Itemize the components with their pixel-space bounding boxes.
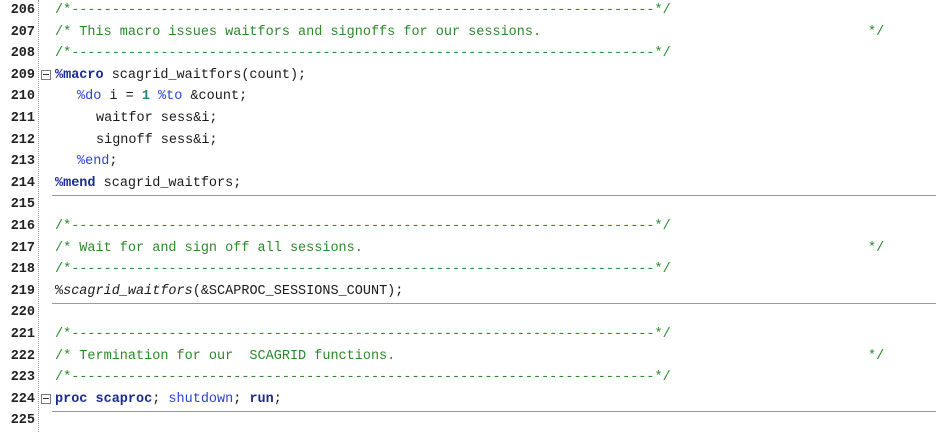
code-line-219[interactable]: 219 %scagrid_waitfors(&SCAPROC_SESSIONS_… xyxy=(0,281,936,303)
mend-statement: %mend scagrid_waitfors; xyxy=(55,173,241,195)
line-number: 210 xyxy=(10,89,35,105)
code-line-216[interactable]: 216 /*----------------------------------… xyxy=(0,216,936,238)
comment-separator: /*--------------------------------------… xyxy=(55,327,671,342)
code-line-222[interactable]: 222 /* Termination for our SCAGRID funct… xyxy=(0,346,936,368)
code-text: (&SCAPROC_SESSIONS_COUNT); xyxy=(192,283,404,299)
line-number: 221 xyxy=(10,327,35,342)
macro-definition: %macro scagrid_waitfors(count); xyxy=(55,65,306,87)
end-statement: %end; xyxy=(77,151,118,173)
line-number: 218 xyxy=(10,262,35,278)
code-line-210[interactable]: 210 %do i = 1 %to &count; xyxy=(0,86,936,108)
code-line-208[interactable]: 208 /*----------------------------------… xyxy=(0,43,936,65)
code-text: signoff sess&i; xyxy=(96,132,218,148)
number-literal: 1 xyxy=(141,89,150,105)
line-number: 212 xyxy=(10,132,35,148)
line-number: 223 xyxy=(10,370,35,386)
code-line-221[interactable]: 221 /*----------------------------------… xyxy=(0,324,936,346)
line-number: 217 xyxy=(10,240,35,256)
line-number: 225 xyxy=(10,413,35,429)
code-line-218[interactable]: 218 /*----------------------------------… xyxy=(0,259,936,281)
line-number: 214 xyxy=(10,175,35,191)
code-line-224[interactable]: 224 proc scaproc; shutdown; run; xyxy=(0,389,936,411)
code-text: waitfor sess&i; xyxy=(96,111,218,126)
line-number: 213 xyxy=(10,154,35,170)
line-number: 206 xyxy=(10,3,35,18)
code-text: ; xyxy=(273,391,282,407)
code-line-214[interactable]: 214 %mend scagrid_waitfors; xyxy=(0,173,936,195)
comment-end: */ xyxy=(868,24,885,40)
macro-keyword: %end xyxy=(77,154,110,170)
macro-keyword: %do xyxy=(77,89,102,105)
macro-call: %scagrid_waitfors(&SCAPROC_SESSIONS_COUN… xyxy=(55,281,403,303)
code-text: scagrid_waitfors; xyxy=(95,175,242,191)
code-line-211[interactable]: 211 waitfor sess&i; xyxy=(0,108,936,130)
keyword: %macro xyxy=(55,67,104,83)
code-line-220[interactable]: 220 xyxy=(0,302,936,324)
line-number: 211 xyxy=(10,111,35,126)
comment-separator: /*--------------------------------------… xyxy=(55,262,671,278)
code-line-215[interactable]: 215 xyxy=(0,194,936,216)
code-line-217[interactable]: 217 /* Wait for and sign off all session… xyxy=(0,238,936,260)
collapse-block-icon[interactable] xyxy=(41,69,51,80)
code-line-213[interactable]: 213 %end; xyxy=(0,151,936,173)
macro-call-name: scagrid_waitfors xyxy=(63,283,193,299)
line-number: 215 xyxy=(10,197,35,213)
comment-separator: /*--------------------------------------… xyxy=(55,219,671,234)
code-line-212[interactable]: 212 signoff sess&i; xyxy=(0,130,936,152)
code-line-223[interactable]: 223 /*----------------------------------… xyxy=(0,367,936,389)
line-number: 207 xyxy=(10,24,35,40)
line-number: 222 xyxy=(10,348,35,364)
comment-separator: /*--------------------------------------… xyxy=(55,46,671,62)
code-line-207[interactable]: 207 /* This macro issues waitfors and si… xyxy=(0,22,936,44)
comment-separator: /*--------------------------------------… xyxy=(55,370,671,386)
comment-text: /* Termination for our SCAGRID functions… xyxy=(55,348,396,364)
macro-call-prefix: % xyxy=(55,283,64,299)
line-number: 216 xyxy=(10,219,35,234)
code-editor[interactable]: 206 /*----------------------------------… xyxy=(0,0,936,432)
proc-statement: proc scaproc; shutdown; run; xyxy=(55,389,282,411)
comment-separator: /*--------------------------------------… xyxy=(55,3,671,18)
comment-end: */ xyxy=(868,348,885,364)
code-text: &count; xyxy=(182,89,248,105)
line-number: 219 xyxy=(10,283,35,299)
comment-end: */ xyxy=(868,240,885,256)
keyword: proc scaproc xyxy=(55,391,153,407)
line-number: 224 xyxy=(10,391,35,407)
code-line-225[interactable]: 225 xyxy=(0,410,936,432)
code-text: i = xyxy=(101,89,142,105)
code-line-209[interactable]: 209 %macro scagrid_waitfors(count); xyxy=(0,65,936,87)
comment-text: /* Wait for and sign off all sessions. xyxy=(55,240,363,256)
code-text: ; xyxy=(109,154,118,170)
keyword: %mend xyxy=(55,175,96,191)
macro-keyword: %to xyxy=(158,89,183,105)
code-line-206[interactable]: 206 /*----------------------------------… xyxy=(0,0,936,22)
keyword: run xyxy=(249,391,274,407)
line-number: 220 xyxy=(10,305,35,321)
do-loop-statement: %do i = 1 %to &count; xyxy=(77,86,247,108)
code-text: ; xyxy=(233,391,250,407)
code-text: scagrid_waitfors(count); xyxy=(103,67,307,83)
line-number: 209 xyxy=(10,67,35,83)
option-keyword: shutdown xyxy=(168,391,234,407)
line-number: 208 xyxy=(10,46,35,62)
code-text: ; xyxy=(152,391,169,407)
comment-text: /* This macro issues waitfors and signof… xyxy=(55,24,542,40)
collapse-block-icon[interactable] xyxy=(41,393,51,404)
